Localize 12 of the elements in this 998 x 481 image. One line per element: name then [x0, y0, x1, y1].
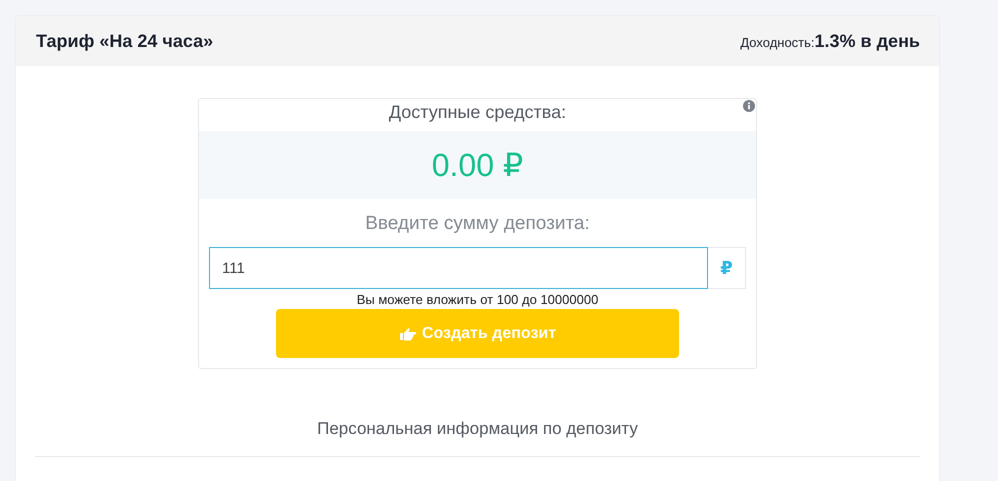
info-icon[interactable] [743, 100, 755, 112]
hand-pointing-icon [398, 326, 417, 340]
yield-label: Доходность: [740, 34, 815, 50]
currency-addon: ₽ [708, 247, 746, 289]
yield-value: 1.3% в день [814, 30, 920, 52]
section-title: Персональная информация по депозиту [316, 419, 639, 440]
deposit-label: Введите сумму депозита: [364, 212, 591, 236]
tariff-title: Тариф «На 24 часа» [36, 30, 214, 52]
amount-input[interactable]: 111 [209, 247, 708, 289]
balance-label: Доступные средства: [388, 101, 566, 124]
balance-amount: 0.00 ₽ [432, 146, 524, 184]
amount-hint: Вы можете вложить от 100 до 10000000 [356, 291, 600, 309]
